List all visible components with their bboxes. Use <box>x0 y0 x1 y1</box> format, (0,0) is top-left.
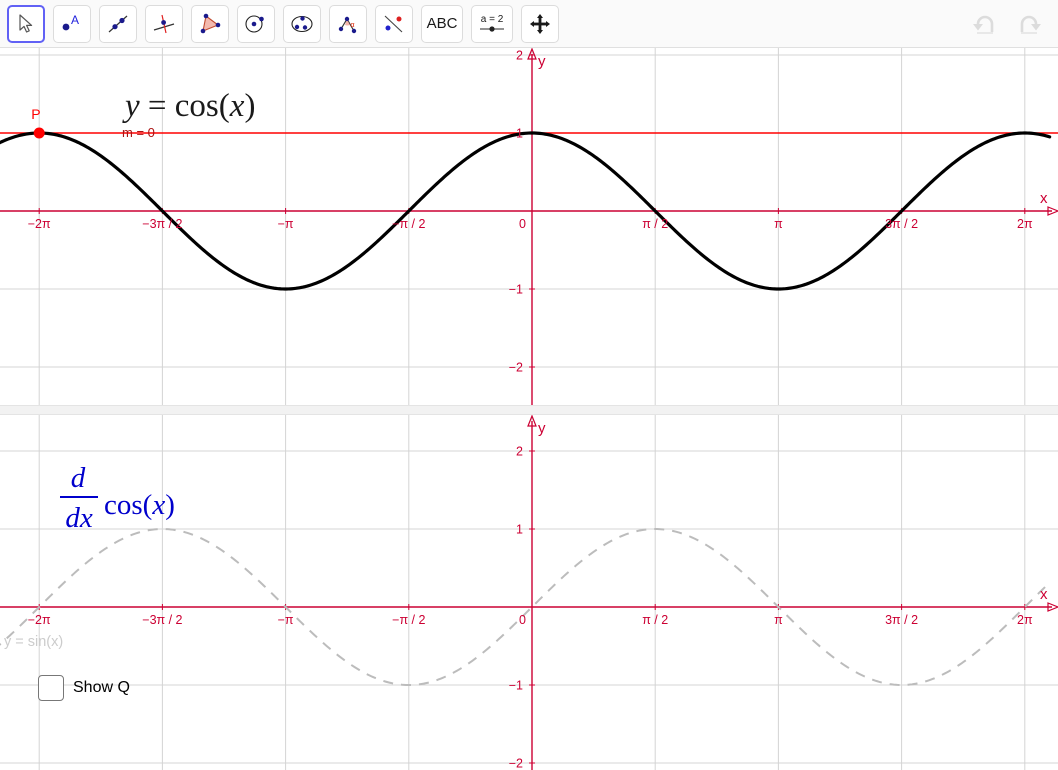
point-with-label-icon: A <box>62 13 79 30</box>
point-P-label: P <box>31 106 40 122</box>
x-tick-label: 2π <box>1017 613 1033 627</box>
tool-move[interactable] <box>7 4 45 43</box>
y-tick-label: −2 <box>509 757 523 770</box>
y-tick-label: 2 <box>516 445 523 459</box>
tool-move-graphics-view[interactable] <box>521 4 559 43</box>
y-tick-label: 2 <box>516 49 523 63</box>
slope-label: m = 0 <box>122 125 155 140</box>
graphics-view-2[interactable]: y = sin(x) d dx cos(x) −2π −3π / 2 −π −π / 20π … <box>0 415 1058 770</box>
y-axis-label: y <box>538 53 546 70</box>
x-tick-label: −3π / 2 <box>142 613 182 627</box>
tool-text[interactable]: ABC <box>421 4 463 43</box>
function-label-cos: y = cos(x) <box>122 88 255 124</box>
y-tick-label: −1 <box>509 283 523 297</box>
tool-slider[interactable]: a = 2 <box>471 4 513 43</box>
x-tick-label: −π <box>278 613 294 627</box>
checkbox-box[interactable] <box>38 675 64 701</box>
abc-text-icon: ABC <box>426 15 458 32</box>
redo-button[interactable] <box>1010 6 1048 42</box>
derivative-rest: cos(x) <box>104 489 175 521</box>
x-tick-label: 0 <box>519 217 526 231</box>
grid-lines <box>0 415 1058 770</box>
x-tick-label: 3π / 2 <box>885 613 918 627</box>
undo-icon <box>973 15 994 34</box>
tool-reflect[interactable] <box>375 4 413 43</box>
tool-polygon[interactable] <box>191 4 229 43</box>
x-tick-label: 0 <box>519 613 526 627</box>
reflect-about-line-icon <box>384 15 403 32</box>
tool-line[interactable] <box>99 4 137 43</box>
tool-perpendicular-line[interactable] <box>145 4 183 43</box>
derivative-label: d dx cos(x) <box>60 462 175 534</box>
axes <box>0 415 1058 770</box>
x-axis-label: x <box>1040 586 1048 603</box>
ellipse-three-points-icon <box>291 15 313 32</box>
ghost-function-label: y = sin(x) <box>4 634 63 650</box>
point-P <box>33 127 45 139</box>
move-graphics-icon <box>530 13 550 34</box>
panel-splitter[interactable] <box>0 405 1058 415</box>
tool-conic[interactable] <box>283 4 321 43</box>
svg-text:A: A <box>71 13 79 27</box>
tool-angle[interactable]: α <box>329 4 367 43</box>
svg-text:α: α <box>351 22 355 29</box>
x-tick-label: −π / 2 <box>392 217 425 231</box>
line-through-points-icon <box>108 15 128 32</box>
undo-button[interactable] <box>966 6 1004 42</box>
y-tick-label: 1 <box>516 127 523 141</box>
x-tick-label: 2π <box>1017 217 1033 231</box>
x-tick-label: −2π <box>28 613 51 627</box>
svg-text:a = 2: a = 2 <box>481 14 504 25</box>
y-axis-label: y <box>538 420 546 437</box>
x-axis-label: x <box>1040 190 1048 207</box>
y-tick-label: −1 <box>509 679 523 693</box>
redo-icon <box>1020 15 1041 34</box>
circle-center-point-icon <box>245 14 264 33</box>
tool-circle[interactable] <box>237 4 275 43</box>
toolbar: A α ABC a = 2 <box>0 0 1058 48</box>
x-tick-label: π / 2 <box>642 217 668 231</box>
x-tick-label: −π <box>278 217 294 231</box>
undo-redo-group <box>966 6 1048 42</box>
tool-point[interactable]: A <box>53 4 91 43</box>
x-tick-label: −3π / 2 <box>142 217 182 231</box>
triangle-polygon-icon <box>200 13 221 33</box>
x-tick-label: 3π / 2 <box>885 217 918 231</box>
x-tick-label: π <box>774 217 783 231</box>
derivative-numerator: d <box>71 462 86 494</box>
y-tick-label: −2 <box>509 361 523 375</box>
derivative-denominator: dx <box>65 502 93 534</box>
x-tick-label: −2π <box>28 217 51 231</box>
checkbox-label: Show Q <box>73 679 130 696</box>
x-tick-label: −π / 2 <box>392 613 425 627</box>
show-q-checkbox[interactable]: Show Q <box>38 675 130 701</box>
arrow-cursor-icon <box>19 13 33 33</box>
slider-icon: a = 2 <box>480 14 504 32</box>
graph-canvas-bottom: y = sin(x)ddx cos(x)−2π −3π / 2 −π −π / 20π … <box>0 415 1058 770</box>
y-tick-label: 1 <box>516 523 523 537</box>
x-tick-label: π <box>774 613 783 627</box>
x-tick-label: π / 2 <box>642 613 668 627</box>
graphics-view-1[interactable]: Pm = 0y = cos(x) −2π −3π / 2 −π −π / 20π / 2… <box>0 48 1058 405</box>
perpendicular-line-icon <box>153 14 175 33</box>
angle-measure-icon: α <box>338 16 357 33</box>
graph-canvas-top: Pm = 0y = cos(x)−2π −3π / 2 −π −π / 20π / 2… <box>0 48 1058 405</box>
